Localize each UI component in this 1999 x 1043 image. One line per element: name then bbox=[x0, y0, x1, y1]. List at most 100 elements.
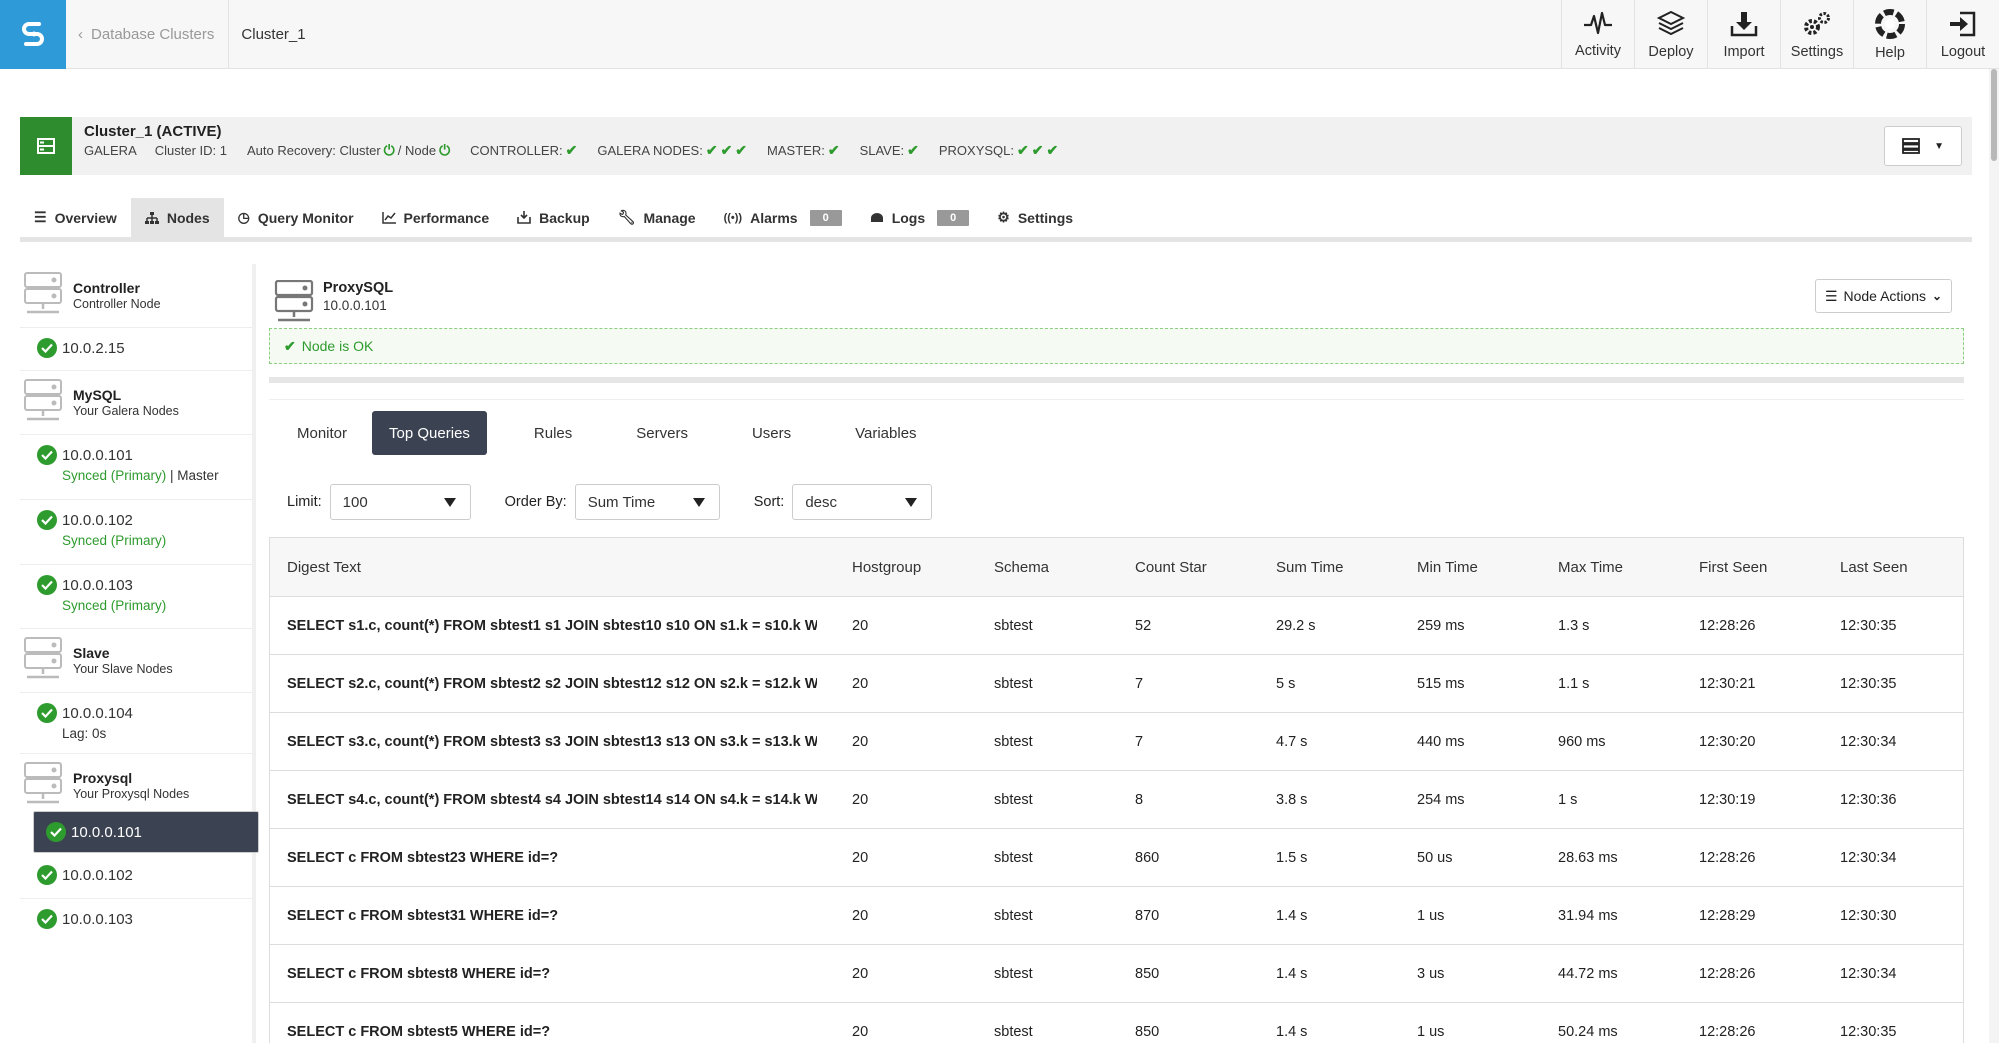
sidebar-node-mysql-103[interactable]: 10.0.0.103 Synced (Primary) bbox=[20, 565, 252, 629]
subtab-top-queries[interactable]: Top Queries bbox=[372, 411, 487, 455]
column-header[interactable]: Schema bbox=[994, 538, 1049, 596]
sidebar-node-slave-104[interactable]: 10.0.0.104 Lag: 0s bbox=[20, 693, 252, 754]
table-cell: 12:30:20 bbox=[1699, 733, 1756, 750]
sidebar-node-mysql-101[interactable]: 10.0.0.101 Synced (Primary) | Master bbox=[20, 435, 252, 500]
table-row[interactable]: SELECT c FROM sbtest8 WHERE id=? 20 sbtest… bbox=[270, 945, 1963, 1003]
table-cell: SELECT c FROM sbtest23 WHERE id=? bbox=[287, 849, 559, 866]
node-status: Synced (Primary) bbox=[62, 468, 167, 483]
column-header[interactable]: Max Time bbox=[1558, 538, 1623, 596]
tab-nodes[interactable]: Nodes bbox=[130, 198, 224, 237]
limit-select[interactable]: 100 bbox=[329, 484, 471, 520]
subtab-users[interactable]: Users bbox=[735, 411, 808, 455]
breadcrumb-back-link[interactable]: ‹ Database Clusters bbox=[66, 0, 230, 69]
ok-icon bbox=[37, 510, 57, 530]
table-cell: SELECT c FROM sbtest31 WHERE id=? bbox=[287, 907, 559, 924]
subtab-variables[interactable]: Variables bbox=[838, 411, 933, 455]
caret-down-icon bbox=[905, 497, 918, 507]
tab-overview[interactable]: ☰ Overview bbox=[20, 198, 131, 237]
table-row[interactable]: SELECT s2.c, count(*) FROM sbtest2 s2 JO… bbox=[270, 655, 1963, 713]
tab-manage[interactable]: 🔧︎ Manage bbox=[604, 198, 710, 237]
page-scrollbar[interactable] bbox=[1989, 69, 1999, 1043]
cluster-summary-bar: Cluster_1 (ACTIVE) GALERA Cluster ID: 1 … bbox=[20, 117, 1972, 175]
table-cell: 50 us bbox=[1417, 849, 1453, 866]
table-cell: sbtest bbox=[994, 965, 1033, 982]
subtab-rules[interactable]: Rules bbox=[517, 411, 589, 455]
table-cell: 31.94 ms bbox=[1558, 907, 1618, 924]
settings-button[interactable]: Settings bbox=[1780, 0, 1853, 69]
slave-status: SLAVE: ✔ bbox=[860, 142, 919, 159]
subtab-monitor[interactable]: Monitor bbox=[280, 411, 364, 455]
table-row[interactable]: SELECT s3.c, count(*) FROM sbtest3 s3 JO… bbox=[270, 713, 1963, 771]
server-icon bbox=[274, 280, 314, 322]
table-cell: 12:30:34 bbox=[1840, 965, 1897, 982]
breadcrumb-parent[interactable]: Database Clusters bbox=[91, 26, 214, 43]
deploy-icon bbox=[1657, 10, 1685, 35]
sidebar-group-controller[interactable]: Controller Controller Node bbox=[20, 264, 252, 328]
sidebar-node-proxysql-103[interactable]: 10.0.0.103 bbox=[20, 899, 252, 943]
sort-select[interactable]: desc bbox=[792, 484, 933, 520]
column-header[interactable]: Min Time bbox=[1417, 538, 1478, 596]
import-button[interactable]: Import bbox=[1707, 0, 1780, 69]
tab-performance[interactable]: Performance bbox=[368, 198, 504, 237]
caret-down-icon: ▼ bbox=[1934, 140, 1944, 152]
group-subtitle: Your Proxysql Nodes bbox=[73, 787, 190, 801]
deploy-button[interactable]: Deploy bbox=[1634, 0, 1707, 69]
table-header: Digest Text Hostgroup Schema Count Star … bbox=[270, 538, 1963, 597]
tab-settings[interactable]: ⚙ Settings bbox=[983, 198, 1087, 237]
subtab-servers[interactable]: Servers bbox=[619, 411, 705, 455]
table-cell: 20 bbox=[852, 965, 869, 982]
activity-icon bbox=[1584, 11, 1612, 34]
table-row[interactable]: SELECT s1.c, count(*) FROM sbtest1 s1 JO… bbox=[270, 597, 1963, 655]
tab-backup[interactable]: Backup bbox=[503, 198, 604, 237]
node-status: Synced (Primary) bbox=[62, 533, 167, 548]
table-cell: sbtest bbox=[994, 791, 1033, 808]
power-on-icon[interactable]: ⏻ bbox=[384, 142, 395, 159]
node-ip: 10.0.0.103 bbox=[62, 577, 133, 594]
tab-logs[interactable]: Logs 0 bbox=[856, 198, 984, 237]
tab-label: Alarms bbox=[750, 209, 798, 226]
node-actions-label: Node Actions bbox=[1843, 288, 1927, 304]
sidebar-node-controller[interactable]: 10.0.2.15 bbox=[20, 328, 252, 371]
logout-button[interactable]: Logout bbox=[1926, 0, 1999, 69]
alarms-count-badge: 0 bbox=[809, 209, 842, 226]
sidebar-group-proxysql[interactable]: Proxysql Your Proxysql Nodes bbox=[20, 754, 252, 818]
server-icon bbox=[37, 138, 55, 154]
table-cell: 20 bbox=[852, 617, 869, 634]
node-ip: 10.0.0.102 bbox=[62, 867, 133, 884]
power-on-icon[interactable]: ⏻ bbox=[439, 142, 450, 159]
app-logo[interactable] bbox=[0, 0, 66, 69]
help-button[interactable]: Help bbox=[1853, 0, 1926, 69]
galera-nodes-label: GALERA NODES: bbox=[597, 143, 703, 158]
list-icon: ☰ bbox=[1824, 287, 1838, 304]
table-cell: 960 ms bbox=[1558, 733, 1606, 750]
column-header[interactable]: First Seen bbox=[1699, 538, 1767, 596]
column-header[interactable]: Hostgroup bbox=[852, 538, 921, 596]
table-cell: 20 bbox=[852, 733, 869, 750]
sidebar-node-proxysql-102[interactable]: 10.0.0.102 bbox=[20, 855, 252, 899]
table-row[interactable]: SELECT c FROM sbtest31 WHERE id=? 20 sbtes… bbox=[270, 887, 1963, 945]
order-by-select[interactable]: Sum Time bbox=[574, 484, 720, 520]
column-header[interactable]: Last Seen bbox=[1840, 538, 1908, 596]
table-row[interactable]: SELECT c FROM sbtest23 WHERE id=? 20 sbtes… bbox=[270, 829, 1963, 887]
column-header[interactable]: Digest Text bbox=[287, 538, 817, 596]
check-icon: ✔ bbox=[735, 142, 748, 158]
sidebar-node-proxysql-101[interactable]: 10.0.0.101 bbox=[33, 811, 259, 853]
table-cell: 4.7 s bbox=[1276, 733, 1308, 750]
table-cell: 12:28:26 bbox=[1699, 965, 1756, 982]
table-row[interactable]: SELECT s4.c, count(*) FROM sbtest4 s4 JO… bbox=[270, 771, 1963, 829]
tab-query-monitor[interactable]: ◷ Query Monitor bbox=[224, 198, 368, 237]
sidebar-group-slave[interactable]: Slave Your Slave Nodes bbox=[20, 629, 252, 693]
column-header[interactable]: Sum Time bbox=[1276, 538, 1344, 596]
scrollbar-thumb[interactable] bbox=[1991, 69, 1997, 161]
sidebar-node-mysql-102[interactable]: 10.0.0.102 Synced (Primary) bbox=[20, 500, 252, 565]
activity-button[interactable]: Activity bbox=[1561, 0, 1634, 69]
cluster-actions-dropdown[interactable]: ▼ bbox=[1884, 126, 1962, 166]
table-cell: 12:30:19 bbox=[1699, 791, 1756, 808]
column-header[interactable]: Count Star bbox=[1135, 538, 1207, 596]
sidebar-group-mysql[interactable]: MySQL Your Galera Nodes bbox=[20, 371, 252, 435]
table-row[interactable]: SELECT c FROM sbtest5 WHERE id=? 20 sbtest… bbox=[270, 1003, 1963, 1043]
table-cell: 12:30:34 bbox=[1840, 849, 1897, 866]
tab-alarms[interactable]: ((•)) Alarms 0 bbox=[710, 198, 856, 237]
node-actions-button[interactable]: ☰ Node Actions ⌄ bbox=[1815, 279, 1952, 313]
table-cell: 20 bbox=[852, 675, 869, 692]
